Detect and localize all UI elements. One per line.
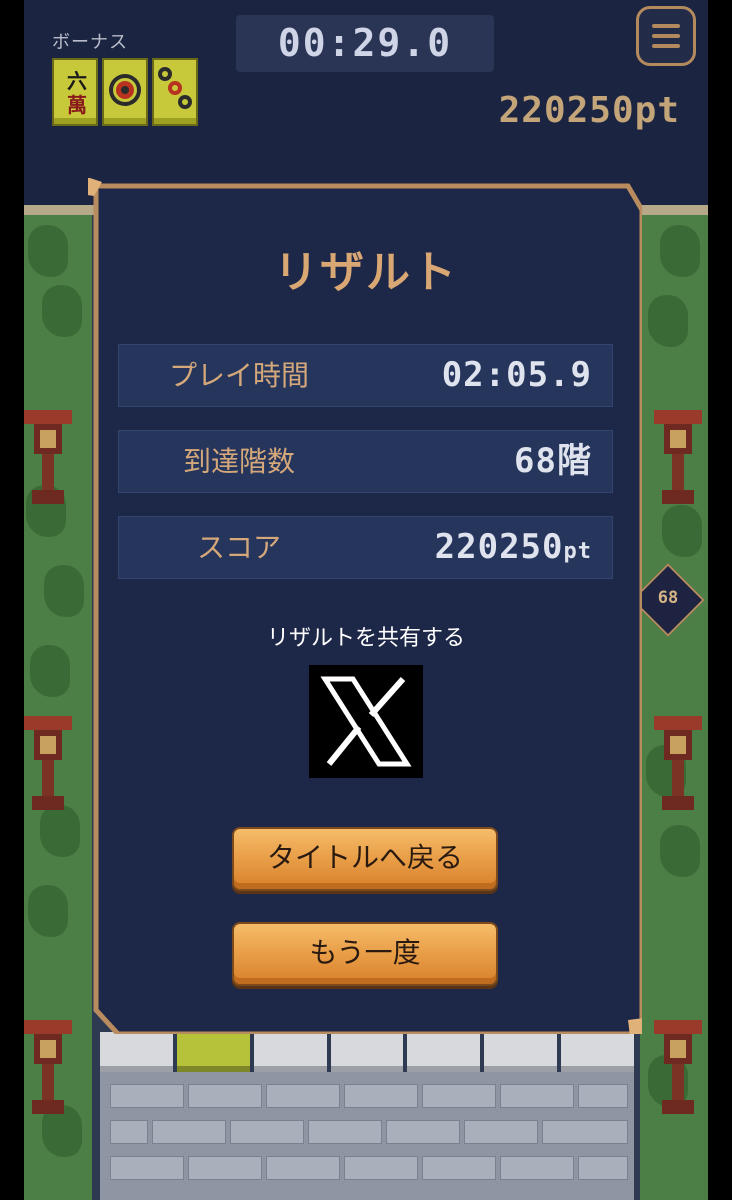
result-title: リザルト [274,247,458,298]
share-label: リザルトを共有する [266,626,465,651]
back-to-title-label: タイトルへ戻る [266,841,463,874]
stone-lantern-icon [654,1020,702,1114]
mahjong-tile[interactable] [253,1032,327,1072]
share-x-button[interactable] [309,665,423,778]
score-value: 220250pt [434,527,592,567]
hamburger-menu-icon [652,24,680,28]
tile-row [100,1032,635,1072]
bonus-tiles: 六 萬 [52,58,198,126]
floor-marker-text: 68 [657,588,679,608]
right-letterbox [708,0,732,1200]
mahjong-tile[interactable] [561,1032,635,1072]
retry-button[interactable]: もう一度 [232,922,498,986]
stone-lantern-icon [24,410,72,504]
game-timer: 00:29.0 [236,15,494,72]
top-hud: ボーナス 六 萬 00:29.0 220250pt [24,0,708,205]
bonus-label: ボーナス [52,32,128,53]
result-modal [88,178,642,1034]
mahjong-tile[interactable] [484,1032,558,1072]
floor-label: 到達階数 [182,445,295,478]
six-wan-tile-icon: 六 萬 [52,58,98,126]
floor-value: 68階 [514,441,592,481]
hamburger-menu-button[interactable] [636,6,696,66]
playtime-value: 02:05.9 [441,355,592,395]
mahjong-tile[interactable] [330,1032,404,1072]
svg-text:六: 六 [67,69,87,93]
back-to-title-button[interactable]: タイトルへ戻る [232,827,498,891]
mahjong-tile[interactable] [407,1032,481,1072]
retry-label: もう一度 [309,936,421,969]
result-row-floor: 到達階数 68階 [118,430,613,493]
stone-lantern-icon [24,1020,72,1114]
stone-lantern-icon [24,716,72,810]
circle-one-tile-icon [102,58,148,126]
score-label: スコア [196,531,281,564]
circle-three-tile-icon [152,58,198,126]
mahjong-tile[interactable] [176,1032,250,1072]
hud-score: 220250pt [498,90,680,131]
playtime-label: プレイ時間 [168,359,309,392]
result-row-score: スコア 220250pt [118,516,613,579]
mahjong-tile[interactable] [100,1032,173,1072]
svg-text:萬: 萬 [67,93,87,117]
stone-lantern-icon [654,716,702,810]
x-logo-icon [320,676,412,767]
stone-lantern-icon [654,410,702,504]
stone-wall [100,1072,634,1200]
result-row-playtime: プレイ時間 02:05.9 [118,344,613,407]
